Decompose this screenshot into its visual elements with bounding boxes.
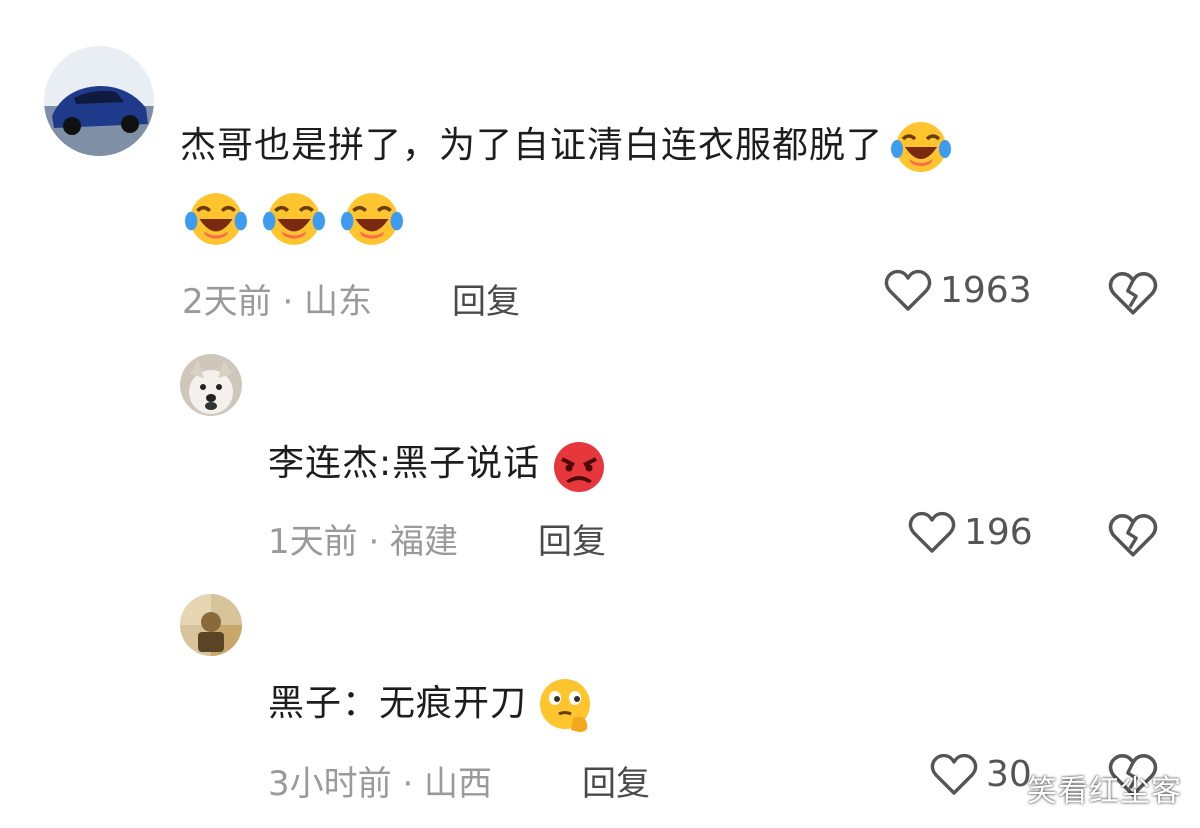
avatar-portrait[interactable] bbox=[180, 594, 242, 656]
reply-button[interactable]: 回复 bbox=[538, 514, 606, 563]
heart-icon bbox=[884, 269, 932, 311]
comment-time-location: 2天前 · 山东 bbox=[182, 282, 373, 322]
dislike-button[interactable] bbox=[1108, 270, 1158, 320]
comment-text: 李连杰:黑子说话 bbox=[268, 428, 1148, 500]
broken-heart-icon bbox=[1108, 272, 1158, 315]
broken-heart-icon bbox=[1108, 514, 1158, 557]
laughing-crying-emoji bbox=[336, 188, 408, 250]
like-button[interactable]: 1963 bbox=[884, 268, 1032, 312]
like-button[interactable]: 196 bbox=[908, 510, 1033, 554]
laughing-crying-emoji bbox=[889, 117, 953, 177]
laughing-crying-emoji bbox=[258, 188, 330, 250]
avatar-dog[interactable] bbox=[180, 354, 242, 416]
like-count: 30 bbox=[986, 753, 1032, 795]
thinking-face-emoji bbox=[533, 674, 597, 736]
reply-button[interactable]: 回复 bbox=[582, 756, 650, 805]
like-count: 1963 bbox=[940, 269, 1032, 311]
comment-time-location: 3小时前 · 山西 bbox=[268, 764, 493, 804]
laughing-crying-emoji bbox=[180, 188, 252, 250]
like-count: 196 bbox=[964, 511, 1033, 553]
like-button[interactable]: 30 bbox=[930, 752, 1032, 796]
heart-icon bbox=[930, 753, 978, 795]
comment-time-location: 1天前 · 福建 bbox=[268, 522, 459, 562]
heart-icon bbox=[908, 511, 956, 553]
reply-button[interactable]: 回复 bbox=[452, 274, 520, 323]
dislike-button[interactable] bbox=[1108, 512, 1158, 562]
avatar-car[interactable] bbox=[44, 46, 154, 156]
angry-face-emoji bbox=[546, 435, 610, 495]
comment-text: 黑子：无痕开刀 bbox=[268, 668, 1148, 740]
comment-text: 杰哥也是拼了，为了自证清白连衣服都脱了 bbox=[180, 110, 1140, 254]
watermark-text: 笑看红尘客 bbox=[1027, 774, 1182, 809]
